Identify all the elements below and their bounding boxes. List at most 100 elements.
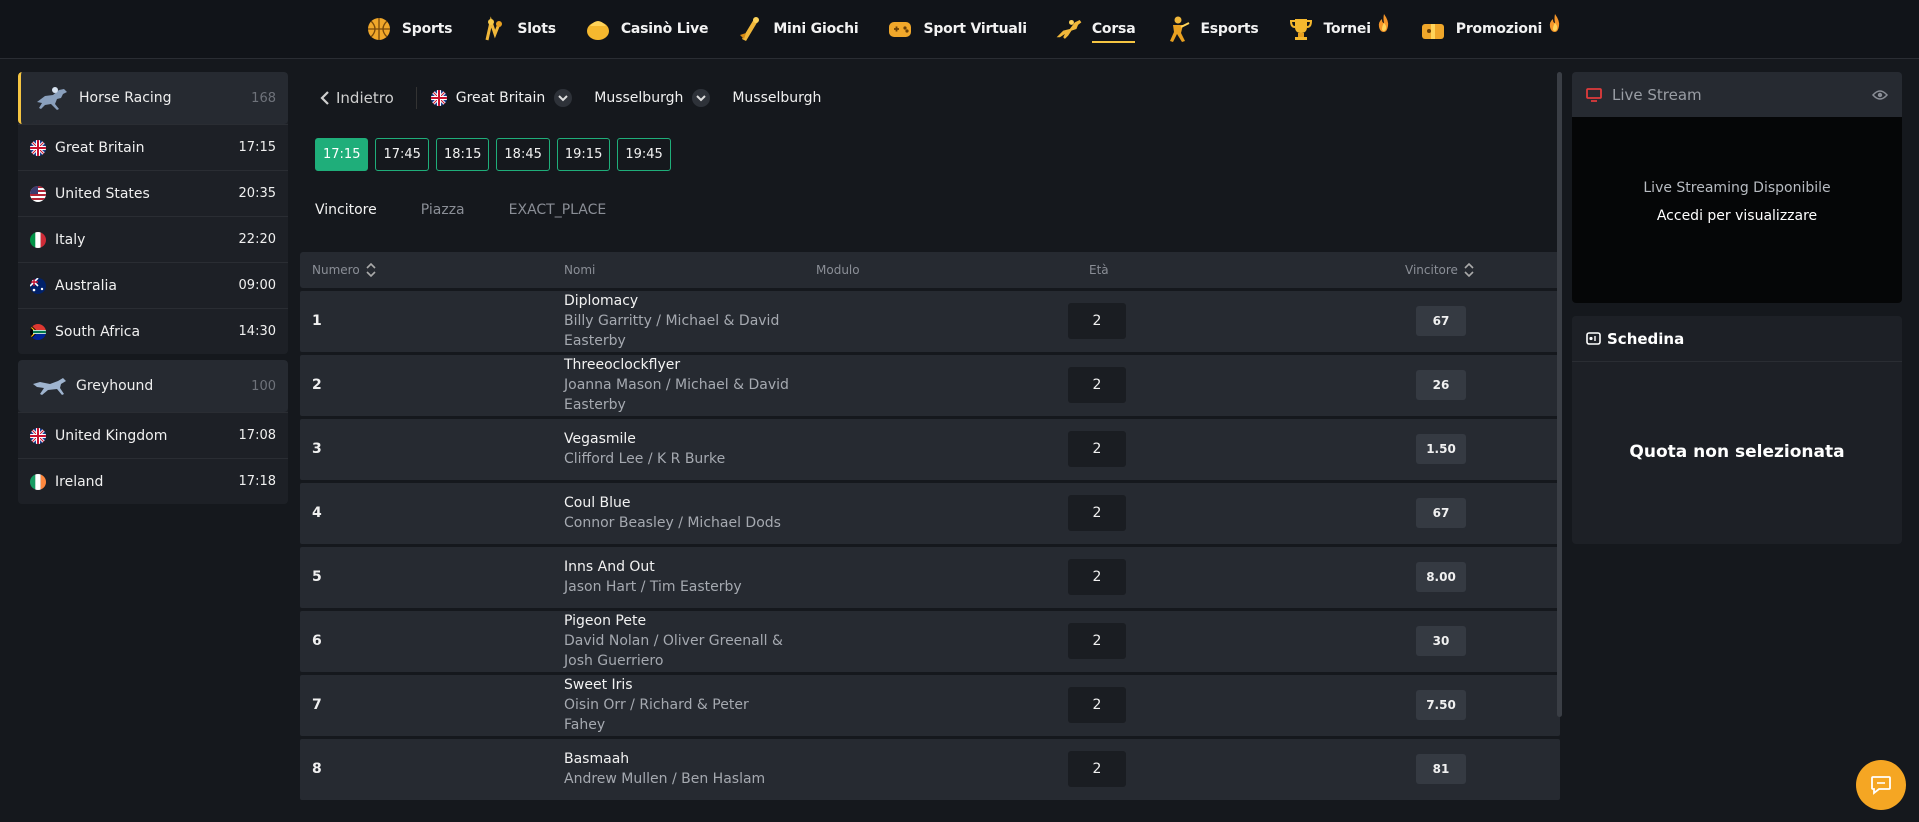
- nav-item-sport-virtuali[interactable]: Sport Virtuali: [872, 0, 1040, 59]
- racehorse-icon: [37, 87, 67, 110]
- runner-number: 5: [312, 569, 322, 585]
- sport-label: Greyhound: [76, 378, 154, 394]
- greyhound-icon: [33, 378, 66, 395]
- ticket-icon: [1586, 332, 1601, 345]
- table-row: 7 Sweet Iris Oisin Orr / Richard & Peter F…: [300, 675, 1560, 736]
- race-time-button[interactable]: 19:45: [617, 138, 671, 171]
- betslip-title: Schedina: [1607, 329, 1685, 348]
- odds-button[interactable]: 30: [1416, 626, 1466, 656]
- runner-info: Inns And Out Jason Hart / Tim Easterby: [564, 558, 794, 597]
- odds-button[interactable]: 7.50: [1416, 690, 1466, 720]
- jockey-trainer: Billy Garritty / Michael & David Easterb…: [564, 313, 780, 349]
- jockey-trainer: Jason Hart / Tim Easterby: [564, 579, 742, 595]
- current-label: Musselburgh: [732, 90, 822, 106]
- next-race-time: 17:18: [238, 474, 276, 489]
- country-row-australia[interactable]: Australia 09:00: [18, 262, 288, 308]
- horse-racing-countries: Great Britain 17:15 United States 20:35 Ital…: [18, 124, 288, 354]
- jockey-trainer: Joanna Mason / Michael & David Easterby: [564, 377, 789, 413]
- runner-number: 6: [312, 633, 322, 649]
- nav-item-mini-giochi[interactable]: Mini Giochi: [722, 0, 872, 59]
- tab-vincitore[interactable]: Vincitore: [315, 202, 377, 230]
- odds-button[interactable]: 26: [1416, 370, 1466, 400]
- odds-button[interactable]: 1.50: [1416, 434, 1466, 464]
- odds-button[interactable]: 81: [1416, 754, 1466, 784]
- nav-item-slots[interactable]: Slots: [466, 0, 570, 59]
- eye-icon[interactable]: [1872, 89, 1888, 101]
- ie-flag-icon: [30, 473, 46, 490]
- country-row-ireland[interactable]: Ireland 17:18: [18, 458, 288, 504]
- table-row: 2 Threeoclockflyer Joanna Mason / Michael …: [300, 355, 1560, 416]
- runner-number: 2: [312, 377, 322, 393]
- chat-support-button[interactable]: [1856, 760, 1906, 810]
- next-race-time: 20:35: [238, 186, 276, 201]
- tab-exact-place[interactable]: EXACT_PLACE: [509, 202, 607, 230]
- basketball-icon: [365, 15, 393, 43]
- scrollbar[interactable]: [1557, 72, 1562, 717]
- odds-button[interactable]: 8.00: [1416, 562, 1466, 592]
- country-row-united-states[interactable]: United States 20:35: [18, 170, 288, 216]
- sport-label: Horse Racing: [79, 90, 172, 106]
- nav-label: Tornei: [1323, 21, 1371, 37]
- tab-piazza[interactable]: Piazza: [421, 202, 465, 230]
- race-time-button[interactable]: 18:15: [435, 138, 490, 171]
- race-time-button[interactable]: 18:45: [496, 138, 550, 171]
- country-name: United States: [55, 185, 150, 202]
- chevron-left-icon: [320, 91, 329, 105]
- back-link[interactable]: Indietro: [320, 89, 394, 107]
- country-row-south-africa[interactable]: South Africa 14:30: [18, 308, 288, 354]
- country-row-united-kingdom[interactable]: United Kingdom 17:08: [18, 412, 288, 458]
- gb-flag-icon: [430, 90, 447, 106]
- chevron-down-icon[interactable]: [692, 89, 711, 107]
- race-time-button[interactable]: 19:15: [556, 138, 611, 171]
- greyhound-countries: United Kingdom 17:08 Ireland 17:18: [18, 412, 288, 504]
- nav-item-promozioni[interactable]: Promozioni: [1405, 0, 1576, 59]
- breadcrumb: Indietro Great Britain Musselburgh Musse…: [300, 72, 1560, 124]
- country-row-italy[interactable]: Italy 22:20: [18, 216, 288, 262]
- country-name: United Kingdom: [55, 427, 168, 444]
- table-body: 1 Diplomacy Billy Garritty / Michael & Dav…: [300, 291, 1560, 800]
- back-label: Indietro: [336, 89, 394, 107]
- sport-header-greyhound[interactable]: Greyhound 100: [18, 360, 288, 412]
- nav-item-esports[interactable]: Esports: [1149, 0, 1272, 59]
- header-form: Modulo: [816, 263, 860, 277]
- trophy-icon: [1287, 15, 1315, 43]
- header-names: Nomi: [564, 263, 595, 277]
- greyhound-block: Greyhound 100 United Kingdom 17:08 Ireland…: [18, 360, 288, 504]
- slot-machine-icon: [480, 15, 508, 43]
- country-name: Italy: [55, 231, 86, 248]
- betslip-panel: Schedina Quota non selezionata: [1572, 316, 1902, 544]
- header-winner[interactable]: Vincitore: [1405, 263, 1474, 277]
- race-time-button[interactable]: 17:15: [315, 138, 369, 171]
- age-value: 2: [1068, 751, 1126, 787]
- stream-player[interactable]: Live Streaming Disponibile Accedi per vi…: [1572, 117, 1902, 303]
- odds-button[interactable]: 67: [1416, 498, 1466, 528]
- table-row: 4 Coul Blue Connor Beasley / Michael Dods 2…: [300, 483, 1560, 544]
- header-number[interactable]: Numero: [312, 263, 376, 277]
- nav-item-tornei[interactable]: Tornei: [1273, 0, 1405, 59]
- chevron-down-icon[interactable]: [554, 89, 573, 107]
- jockey-trainer: Oisin Orr / Richard & Peter Fahey: [564, 697, 749, 733]
- next-race-time: 09:00: [238, 278, 276, 293]
- country-label: Great Britain: [455, 90, 546, 106]
- flame-icon: [1377, 13, 1391, 37]
- gb-flag-icon: [30, 427, 46, 444]
- sport-header-horse-racing[interactable]: Horse Racing 168: [18, 72, 288, 124]
- nav-item-sports[interactable]: Sports: [351, 0, 466, 59]
- runner-info: Coul Blue Connor Beasley / Michael Dods: [564, 494, 794, 533]
- country-row-great-britain[interactable]: Great Britain 17:15: [18, 124, 288, 170]
- nav-item-corsa[interactable]: Corsa: [1041, 0, 1150, 59]
- breadcrumb-track[interactable]: Musselburgh: [594, 89, 711, 107]
- nav-label: Esports: [1200, 21, 1259, 37]
- nav-item-casin-live[interactable]: Casinò Live: [570, 0, 722, 59]
- race-time-button[interactable]: 17:45: [375, 138, 429, 171]
- stream-login-text[interactable]: Accedi per visualizzare: [1657, 208, 1817, 224]
- sort-icon[interactable]: [1464, 263, 1474, 277]
- betslip-empty-text: Quota non selezionata: [1629, 442, 1845, 462]
- odds-button[interactable]: 67: [1416, 306, 1466, 336]
- sort-icon[interactable]: [366, 263, 376, 277]
- za-flag-icon: [30, 323, 46, 340]
- stream-available-text: Live Streaming Disponibile: [1643, 180, 1831, 196]
- nav-label: Sports: [401, 21, 453, 37]
- horse-name: Basmaah: [564, 751, 630, 767]
- breadcrumb-country[interactable]: Great Britain: [430, 89, 573, 107]
